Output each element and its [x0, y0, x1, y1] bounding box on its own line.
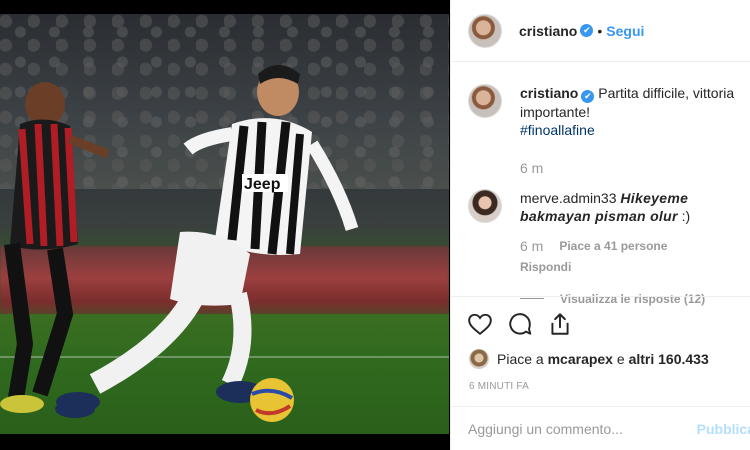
post-timestamp[interactable]: 6 MINUTI FA: [451, 381, 750, 392]
comment-input[interactable]: Aggiungi un commento...: [468, 421, 697, 437]
author-username[interactable]: cristiano: [519, 23, 577, 39]
caption-timestamp[interactable]: 6 m: [520, 159, 748, 177]
comment-composer: Aggiungi un commento... Pubblica: [451, 406, 750, 450]
caption-hashtag-link[interactable]: #finoallafine: [520, 122, 595, 138]
liker-username[interactable]: mcarapex: [548, 351, 613, 367]
share-icon[interactable]: [547, 311, 573, 337]
comment-body: merve.admin33 Hikeyeme bakmayan pisman o…: [520, 189, 748, 308]
main-player: Jeep: [56, 65, 359, 422]
author-block: cristiano ✔ • Segui: [519, 23, 644, 39]
commenter-avatar[interactable]: [468, 188, 502, 223]
likes-summary: Piace a mcarapex e altri 160.433: [451, 349, 750, 369]
comment-icon[interactable]: [507, 311, 533, 337]
comment-text-tail: :): [681, 207, 691, 224]
separator-dot: •: [597, 22, 603, 39]
players-illustration: Jeep: [0, 65, 359, 422]
verified-badge-icon: ✔: [581, 89, 595, 103]
reply-button[interactable]: Rispondi: [520, 258, 748, 276]
likes-prefix: Piace a: [497, 351, 544, 367]
post-details-panel: cristiano ✔ • Segui cristiano ✔ Partita d…: [450, 0, 750, 450]
comment-timestamp[interactable]: 6 m: [520, 237, 543, 255]
liker-avatar[interactable]: [469, 349, 489, 369]
post-actions-section: Piace a mcarapex e altri 160.433 6 MINUT…: [451, 296, 750, 406]
verified-badge-icon: ✔: [580, 24, 594, 37]
svg-text:Jeep: Jeep: [244, 176, 281, 193]
caption-row: cristiano ✔ Partita difficile, vittoria i…: [451, 84, 750, 177]
opponent-player: [0, 82, 110, 418]
commenter-username[interactable]: merve.admin33: [520, 190, 617, 206]
likes-others-link[interactable]: altri 160.433: [629, 351, 709, 367]
post-header: cristiano ✔ • Segui: [451, 0, 750, 62]
caption-body: cristiano ✔ Partita difficile, vittoria i…: [520, 84, 748, 177]
comment-row: merve.admin33 Hikeyeme bakmayan pisman o…: [451, 188, 750, 308]
follow-button[interactable]: Segui: [606, 23, 644, 39]
post-photo[interactable]: Jeep: [0, 14, 449, 434]
author-avatar[interactable]: [468, 13, 502, 48]
action-icons: [451, 297, 750, 351]
comment-meta: 6 m Piace a 41 persone: [520, 237, 748, 255]
comment-likes-link[interactable]: Piace a 41 persone: [559, 237, 667, 255]
caption-author-username[interactable]: cristiano: [520, 85, 578, 101]
publish-button[interactable]: Pubblica: [697, 421, 750, 437]
caption-author-avatar[interactable]: [468, 84, 502, 118]
likes-conjunction: e: [616, 351, 625, 367]
comments-list: cristiano ✔ Partita difficile, vittoria i…: [451, 84, 750, 308]
heart-icon[interactable]: [467, 311, 493, 337]
